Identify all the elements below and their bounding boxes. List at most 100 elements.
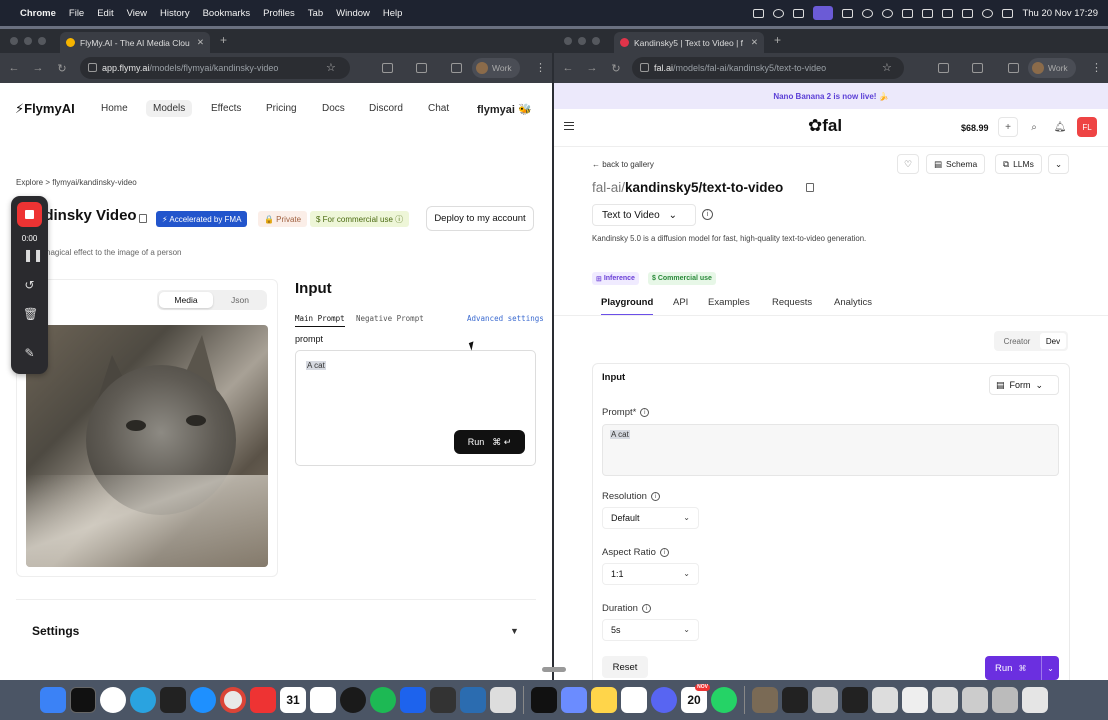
app-icon[interactable] xyxy=(430,687,456,713)
back-icon[interactable]: ← xyxy=(558,62,578,74)
forward-icon[interactable]: → xyxy=(582,62,602,74)
finder-icon[interactable] xyxy=(40,687,66,713)
flymy-logo[interactable]: ⚡FlymyAI xyxy=(15,101,75,117)
tab-examples[interactable]: Examples xyxy=(708,297,750,308)
window-thumbnail[interactable] xyxy=(932,687,958,713)
chevron-down-icon[interactable]: ▼ xyxy=(510,626,519,636)
info-icon[interactable]: i xyxy=(640,407,650,417)
iphone-mirroring-icon[interactable] xyxy=(490,687,516,713)
screen-recording-icon[interactable] xyxy=(813,6,834,20)
menu-history[interactable]: History xyxy=(160,8,190,19)
slack-icon[interactable] xyxy=(621,687,647,713)
add-credits-icon[interactable]: + xyxy=(998,117,1018,137)
announcement-banner[interactable]: Nano Banana 2 is now live! 🍌 xyxy=(554,83,1108,109)
tab-json[interactable]: Json xyxy=(213,292,267,308)
llms-button[interactable]: ⧉ LLMs xyxy=(995,154,1042,174)
whatsapp-icon[interactable] xyxy=(711,687,737,713)
info-icon[interactable]: i xyxy=(702,209,713,220)
user-menu[interactable]: flymyai 🐝 xyxy=(477,103,532,116)
info-icon[interactable]: i xyxy=(641,603,651,613)
copy-icon[interactable] xyxy=(806,183,814,192)
tab-requests[interactable]: Requests xyxy=(772,297,812,308)
fal-logo[interactable]: ✿fal xyxy=(808,116,842,136)
profile-chip[interactable]: Work xyxy=(1028,58,1076,78)
address-bar[interactable]: app.flymy.ai/models/flymyai/kandinsky-vi… xyxy=(80,57,350,79)
duration-select[interactable]: 5s ⌄ xyxy=(602,619,699,641)
wifi-icon[interactable] xyxy=(982,8,994,18)
window-thumbnail[interactable] xyxy=(812,687,838,713)
info-icon[interactable]: i xyxy=(650,491,660,501)
cursor-app-icon[interactable] xyxy=(160,687,186,713)
docker-icon[interactable] xyxy=(400,687,426,713)
tab-playground[interactable]: Playground xyxy=(601,297,654,316)
discord-icon[interactable] xyxy=(651,687,677,713)
prompt-input[interactable] xyxy=(602,424,1059,476)
window-thumbnail[interactable] xyxy=(872,687,898,713)
menu-view[interactable]: View xyxy=(127,8,147,19)
mail-icon[interactable] xyxy=(250,687,276,713)
reload-icon[interactable]: ↻ xyxy=(52,62,72,75)
tab-search-icon[interactable] xyxy=(416,63,427,73)
control-center-icon[interactable] xyxy=(1002,8,1014,18)
pause-icon[interactable]: ❚❚ xyxy=(23,248,43,262)
close-tab-icon[interactable]: ✕ xyxy=(751,37,758,48)
browser-menu-icon[interactable]: ⋮ xyxy=(1091,61,1102,74)
browser-tab[interactable]: FlyMy.AI - The AI Media Clou ✕ xyxy=(60,32,210,53)
battery-app-icon[interactable] xyxy=(902,8,914,18)
nav-home[interactable]: Home xyxy=(101,103,128,114)
link-app-icon[interactable] xyxy=(531,687,557,713)
profile-chip[interactable]: Work xyxy=(472,58,520,78)
favorite-heart-icon[interactable]: ♡ xyxy=(897,154,919,174)
new-tab-button[interactable]: + xyxy=(774,33,781,47)
settings-accordion[interactable] xyxy=(16,599,536,663)
nav-pricing[interactable]: Pricing xyxy=(266,103,297,114)
resolution-select[interactable]: Default ⌄ xyxy=(602,507,699,529)
info-icon[interactable]: i xyxy=(659,547,669,557)
nav-docs[interactable]: Docs xyxy=(322,103,345,114)
safari-icon[interactable] xyxy=(190,687,216,713)
download-icon[interactable] xyxy=(451,63,462,73)
moon-icon[interactable] xyxy=(862,8,874,18)
tab-media[interactable]: Media xyxy=(159,292,213,308)
hamburger-menu-icon[interactable] xyxy=(564,122,574,130)
mute-icon[interactable] xyxy=(922,8,934,18)
copy-icon[interactable] xyxy=(139,214,147,223)
menu-window[interactable]: Window xyxy=(336,8,370,19)
terminal-icon[interactable] xyxy=(70,687,96,713)
schema-button[interactable]: ▤ Schema xyxy=(926,154,986,174)
play-icon[interactable] xyxy=(882,8,894,18)
chrome-icon[interactable] xyxy=(220,687,246,713)
window-thumbnail[interactable] xyxy=(752,687,778,713)
more-chevron-down-icon[interactable]: ⌄ xyxy=(1048,154,1070,174)
back-icon[interactable]: ← xyxy=(4,62,24,74)
bookmark-star-icon[interactable]: ☆ xyxy=(882,61,892,74)
draw-icon[interactable]: ✎ xyxy=(23,346,36,360)
menu-app-name[interactable]: Chrome xyxy=(20,8,56,19)
browser-tab[interactable]: Kandinsky5 | Text to Video | f ✕ xyxy=(614,32,764,53)
address-bar[interactable]: fal.ai/models/fal-ai/kandinsky5/text-to-… xyxy=(632,57,904,79)
category-dropdown[interactable]: Text to Video ⌄ xyxy=(592,204,696,226)
nav-chat[interactable]: Chat xyxy=(428,103,449,114)
trash-icon[interactable] xyxy=(1022,687,1048,713)
new-tab-button[interactable]: + xyxy=(220,33,227,47)
credits-balance[interactable]: $68.99 xyxy=(961,123,989,133)
calendar-date-icon[interactable]: 20 NOV xyxy=(681,684,710,713)
tab-negative-prompt[interactable]: Negative Prompt xyxy=(356,314,424,323)
nav-discord[interactable]: Discord xyxy=(369,103,403,114)
menu-file[interactable]: File xyxy=(69,8,84,19)
bookmark-star-icon[interactable]: ☆ xyxy=(326,61,336,74)
scroll-handle[interactable] xyxy=(542,667,566,672)
advanced-settings-link[interactable]: Advanced settings xyxy=(467,314,544,323)
result-video[interactable] xyxy=(26,325,268,567)
download-icon[interactable] xyxy=(1008,63,1019,73)
reload-icon[interactable]: ↻ xyxy=(606,62,626,75)
site-info-icon[interactable] xyxy=(88,63,97,72)
mode-dev[interactable]: Dev xyxy=(1040,333,1066,349)
tab-analytics[interactable]: Analytics xyxy=(834,297,872,308)
bell-icon[interactable]: 🔔︎ xyxy=(1050,117,1070,137)
window-controls[interactable] xyxy=(10,37,46,45)
menu-tab[interactable]: Tab xyxy=(308,8,323,19)
menu-clock[interactable]: Thu 20 Nov 17:29 xyxy=(1022,8,1098,19)
status-app-icon[interactable] xyxy=(753,8,765,18)
github-desktop-icon[interactable] xyxy=(340,687,366,713)
